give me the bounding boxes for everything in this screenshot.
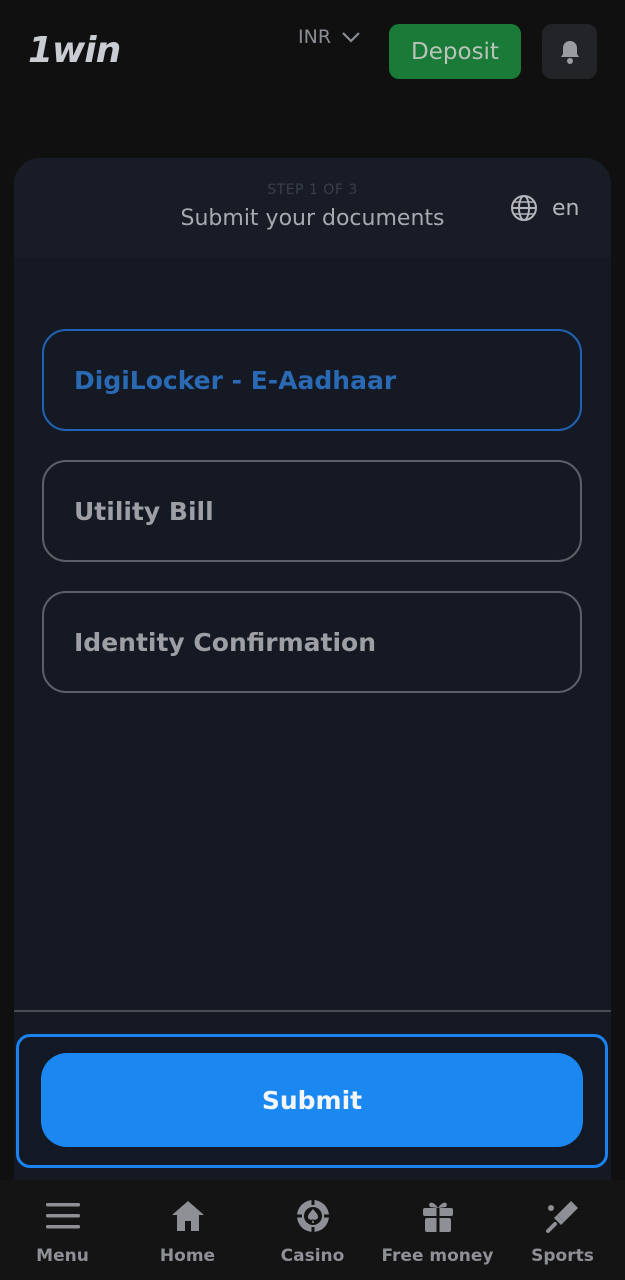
nav-label: Sports xyxy=(531,1246,594,1266)
nav-item-sports[interactable]: Sports xyxy=(500,1180,625,1280)
nav-item-menu[interactable]: Menu xyxy=(0,1180,125,1280)
currency-label: INR xyxy=(298,26,332,48)
option-identity-confirmation[interactable]: Identity Confirmation xyxy=(42,591,582,693)
globe-icon xyxy=(511,195,537,221)
nav-item-casino[interactable]: Casino xyxy=(250,1180,375,1280)
bell-icon xyxy=(560,40,579,64)
submit-button[interactable]: Submit xyxy=(41,1053,583,1147)
casino-chip-icon xyxy=(296,1200,329,1232)
sports-icon xyxy=(545,1201,578,1233)
deposit-button[interactable]: Deposit xyxy=(389,24,521,79)
language-code: en xyxy=(552,195,580,221)
nav-item-home[interactable]: Home xyxy=(125,1180,250,1280)
gift-icon xyxy=(422,1202,453,1232)
home-icon xyxy=(171,1201,204,1231)
currency-selector[interactable]: INR xyxy=(298,26,361,48)
top-header: 1win INR Deposit xyxy=(0,0,625,110)
bottom-navigation: Menu Home Casino Free money Sports xyxy=(0,1180,625,1280)
submit-focus-ring: Submit xyxy=(16,1034,608,1168)
card-header: STEP 1 OF 3 Submit your documents en xyxy=(14,158,611,258)
nav-label: Home xyxy=(159,1246,216,1266)
document-verification-card: STEP 1 OF 3 Submit your documents en Dig… xyxy=(14,158,611,1180)
option-utility-bill[interactable]: Utility Bill xyxy=(42,460,582,562)
language-selector[interactable]: en xyxy=(510,194,579,222)
nav-label: Menu xyxy=(36,1246,89,1266)
divider xyxy=(14,1010,611,1012)
notifications-button[interactable] xyxy=(542,24,597,79)
nav-label: Casino xyxy=(280,1246,345,1266)
menu-icon xyxy=(45,1203,80,1229)
app-logo[interactable]: 1win xyxy=(28,30,121,71)
nav-item-free-money[interactable]: Free money xyxy=(375,1180,500,1280)
document-options: DigiLocker - E-Aadhaar Utility Bill Iden… xyxy=(42,329,582,722)
chevron-down-icon xyxy=(342,32,360,43)
option-digilocker[interactable]: DigiLocker - E-Aadhaar xyxy=(42,329,582,431)
nav-label: Free money xyxy=(381,1246,494,1266)
